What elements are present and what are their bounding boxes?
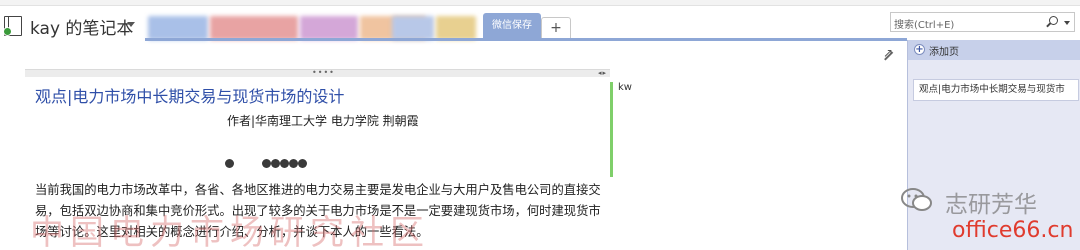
divider-dot (225, 159, 234, 168)
section-tab-blurred[interactable] (210, 16, 298, 40)
add-page-label: 添加页 (929, 47, 959, 58)
note-container-handle[interactable]: •••• ◂▸ (25, 69, 610, 77)
watermark-text: 中国电力市场研究社区 (30, 213, 430, 250)
divider-dot (271, 159, 280, 168)
section-underline (145, 38, 907, 41)
add-page-button[interactable]: + 添加页 (908, 40, 1080, 60)
search-box[interactable] (890, 12, 1075, 35)
section-tab-blurred[interactable] (148, 16, 208, 40)
search-scope-dropdown-icon[interactable] (1064, 21, 1070, 25)
chevron-down-icon[interactable] (127, 22, 135, 27)
section-tab-blurred[interactable] (392, 16, 434, 40)
sync-status-icon (3, 27, 12, 36)
section-tab-active[interactable]: 微信保存 (483, 13, 541, 39)
divider-dot (289, 159, 298, 168)
section-tab-blurred[interactable] (300, 16, 358, 40)
divider-dot (262, 159, 271, 168)
page-list-item[interactable]: 观点|电力市场中长期交易与现货市 (913, 79, 1079, 101)
article-author[interactable]: 作者|华南理工大学 电力学院 荆朝霞 (227, 112, 419, 129)
section-tab-blurred[interactable] (436, 16, 476, 40)
window-top-strip (0, 0, 1080, 6)
watermark-site: office66.cn (952, 218, 1074, 243)
watermark-brand: 志研芳华 (945, 192, 1037, 218)
author-initials: kw (618, 82, 632, 93)
author-color-bar (610, 82, 613, 177)
article-title[interactable]: 观点|电力市场中长期交易与现货市场的设计 (35, 83, 344, 107)
search-icon[interactable] (1049, 16, 1058, 25)
notebook-title[interactable]: kay 的笔记本 (30, 14, 133, 39)
divider-dot (298, 159, 307, 168)
wechat-logo-icon (901, 188, 932, 211)
divider-dot (280, 159, 289, 168)
add-section-button[interactable]: + (541, 17, 571, 39)
drag-handle-icon[interactable]: •••• (312, 69, 335, 77)
plus-icon: + (914, 44, 925, 55)
expand-icon[interactable] (882, 46, 894, 62)
resize-arrows-icon[interactable]: ◂▸ (598, 69, 607, 77)
search-input[interactable] (891, 16, 1041, 35)
